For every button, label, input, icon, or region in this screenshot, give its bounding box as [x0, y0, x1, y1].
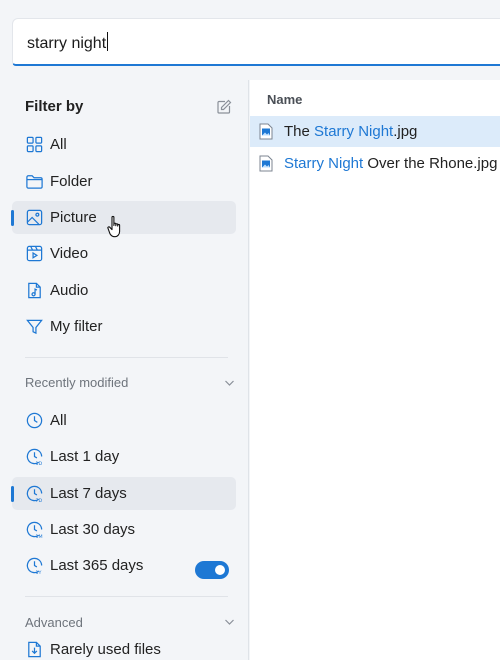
chevron-down-icon[interactable]	[224, 618, 235, 626]
svg-text:1Y: 1Y	[35, 570, 41, 575]
svg-text:1M: 1M	[35, 534, 42, 539]
search-input[interactable]: starry night	[27, 32, 109, 53]
picture-icon	[26, 209, 43, 226]
audio-file-icon	[28, 282, 41, 299]
clock-1y-icon: 1Y	[26, 557, 43, 575]
filter-item-folder[interactable]: Folder	[12, 165, 236, 198]
clock-1d-icon: 1D	[26, 448, 42, 466]
file-name: The Starry Night.jpg	[284, 123, 418, 140]
filter-item-label: My filter	[50, 318, 103, 335]
filter-item-all[interactable]: All	[12, 128, 236, 161]
svg-text:1D: 1D	[35, 461, 42, 466]
filter-item-label: Picture	[50, 209, 97, 226]
divider	[25, 357, 228, 358]
column-header-name[interactable]: Name	[267, 92, 302, 107]
recent-item-last-30-days[interactable]: 1M Last 30 days	[12, 513, 236, 546]
folder-icon	[26, 175, 43, 189]
recent-item-label: Last 365 days	[50, 557, 144, 574]
download-file-icon	[28, 641, 41, 658]
filter-item-label: Folder	[50, 173, 93, 190]
filter-item-my-filter[interactable]: My filter	[12, 310, 236, 343]
text-caret	[107, 32, 109, 51]
results-pane: Name The Starry Night.jpg Starry Night O…	[250, 80, 500, 660]
filter-item-label: Audio	[50, 282, 89, 299]
selection-indicator	[11, 486, 14, 502]
selection-indicator	[11, 210, 14, 226]
hand-cursor-icon	[107, 215, 121, 238]
recent-item-last-7-days[interactable]: 7D Last 7 days	[11, 477, 236, 510]
toggle-knob	[215, 565, 225, 575]
search-bar[interactable]: starry night	[12, 18, 500, 66]
funnel-icon	[26, 319, 43, 335]
divider	[25, 596, 228, 597]
file-name: Starry Night Over the Rhone.jpg	[284, 155, 498, 172]
clock-1m-icon: 1M	[26, 521, 43, 539]
filter-item-audio[interactable]: Audio	[12, 274, 236, 307]
file-row[interactable]: Starry Night Over the Rhone.jpg	[250, 148, 500, 179]
chevron-down-icon[interactable]	[224, 379, 235, 387]
recent-item-label: Last 7 days	[50, 485, 127, 502]
rarely-used-files-toggle[interactable]	[195, 561, 229, 579]
advanced-item-rarely-used-files[interactable]: Rarely used files	[12, 633, 236, 660]
filter-header: Filter by	[25, 98, 84, 115]
edit-icon[interactable]	[216, 99, 232, 115]
image-file-icon	[259, 123, 273, 140]
recent-item-all[interactable]: All	[12, 404, 236, 437]
recent-item-label: Last 30 days	[50, 521, 136, 538]
recent-item-label: All	[50, 412, 67, 429]
filter-item-label: Video	[50, 245, 89, 262]
svg-text:7D: 7D	[35, 498, 42, 503]
recently-modified-title: Recently modified	[25, 375, 129, 390]
image-file-icon	[259, 155, 273, 172]
recent-item-last-1-day[interactable]: 1D Last 1 day	[12, 440, 236, 473]
filter-item-video[interactable]: Video	[12, 237, 236, 270]
clock-icon	[26, 412, 43, 429]
recent-item-label: Last 1 day	[50, 448, 120, 465]
advanced-item-label: Rarely used files	[50, 641, 161, 658]
filter-item-label: All	[50, 136, 67, 153]
advanced-title: Advanced	[25, 615, 83, 630]
grid-icon	[26, 136, 43, 153]
file-row[interactable]: The Starry Night.jpg	[250, 116, 500, 147]
clock-7d-icon: 7D	[26, 485, 42, 503]
video-icon	[26, 245, 43, 262]
